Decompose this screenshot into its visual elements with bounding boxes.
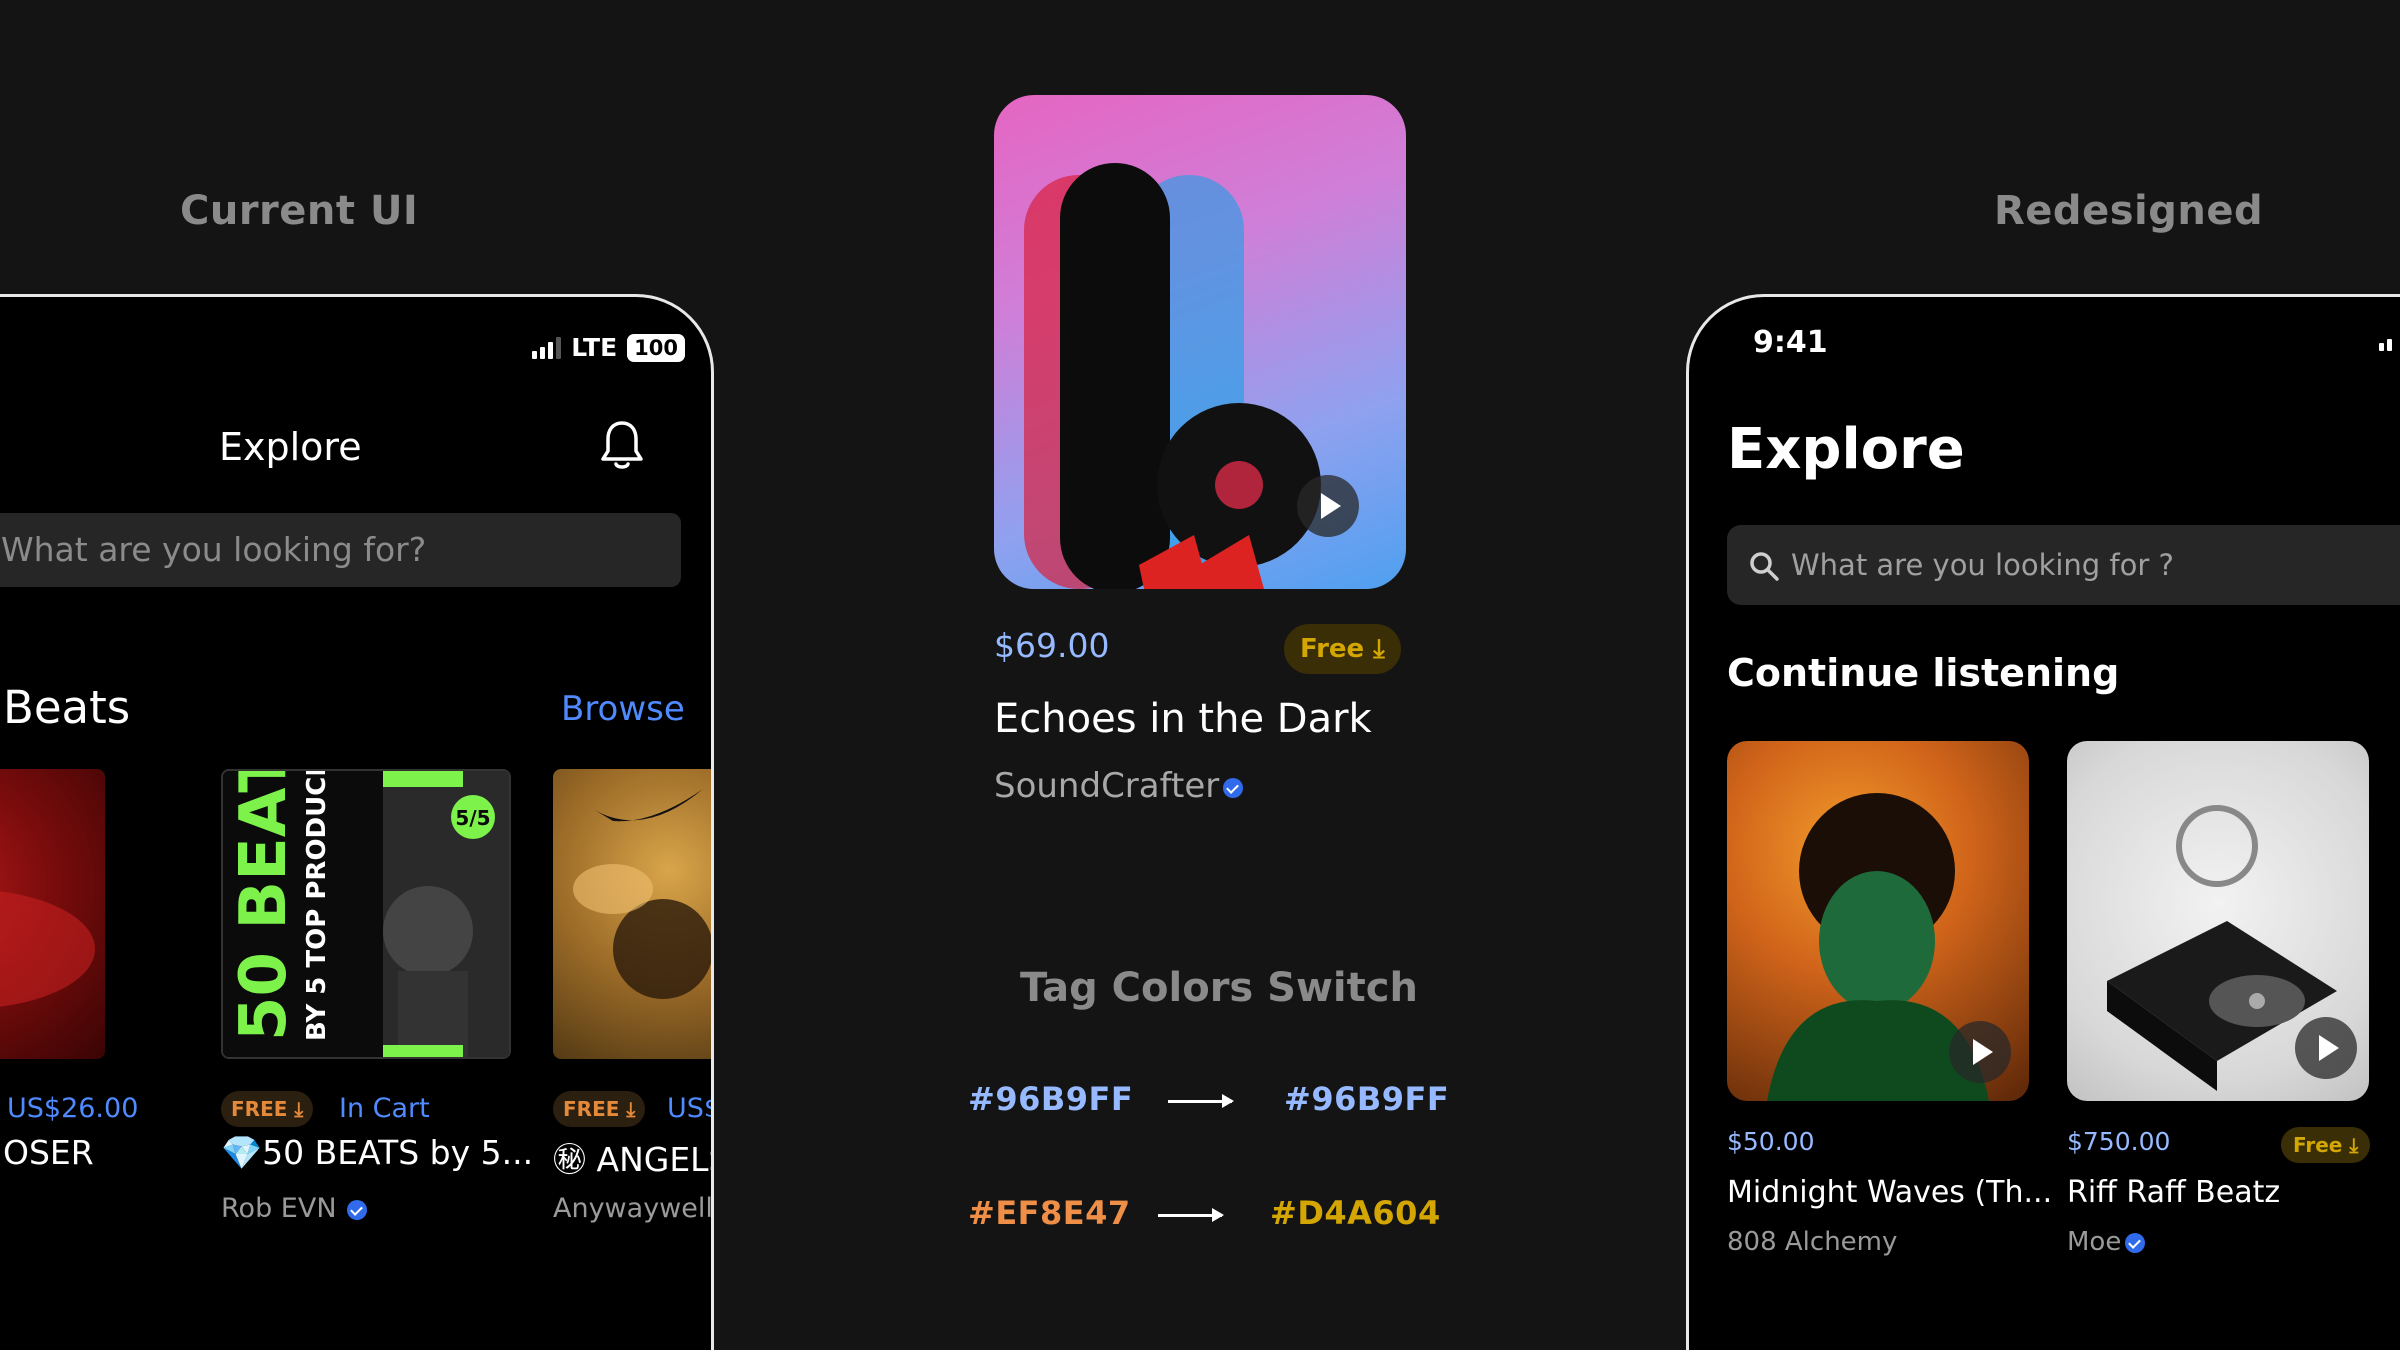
free-tag: FREE ⤓ <box>221 1091 314 1127</box>
beat-cover-image[interactable] <box>553 769 711 1059</box>
cover-big-text: 50 BEATS <box>227 771 301 1041</box>
download-icon: ⤓ <box>2349 1133 2359 1157</box>
section-title-beats: Beats <box>3 681 131 734</box>
free-tag-label: FREE <box>563 1097 620 1121</box>
page-title: Explore <box>1727 417 1965 482</box>
free-tag[interactable]: Free ⤓ <box>1284 624 1401 674</box>
free-tag-label: FREE <box>231 1097 288 1121</box>
track-title: Riff Raff Beatz <box>2067 1175 2281 1210</box>
free-tag: FREE ⤓ <box>553 1091 646 1127</box>
signal-icon <box>2379 339 2392 351</box>
track-price: $750.00 <box>2067 1127 2171 1156</box>
color-from: #EF8E47 <box>968 1194 1131 1232</box>
featured-artist: SoundCrafter <box>994 766 1244 806</box>
free-tag-label: Free <box>2293 1133 2343 1157</box>
beat-cover-image[interactable] <box>0 769 105 1059</box>
cover-small-text: BY 5 TOP PRODUCERS <box>302 771 332 1041</box>
artist-name: SoundCrafter <box>994 766 1220 806</box>
artist-name: Rob EVN <box>221 1193 337 1224</box>
current-ui-phone: LTE 100 Explore What are you looking for… <box>0 294 714 1350</box>
beat-cover-image[interactable]: 5/5 50 BEATS BY 5 TOP PRODUCERS <box>221 769 511 1059</box>
notification-bell-icon[interactable] <box>598 419 646 471</box>
search-input[interactable]: What are you looking for ? <box>1727 525 2400 605</box>
cover-art-angels <box>573 789 711 999</box>
free-tag-label: Free <box>1300 634 1365 664</box>
cover-art-abstract <box>0 891 95 1007</box>
card-artist: Rob EVN <box>221 1193 367 1224</box>
card-title: ㊙ ANGELS <box>553 1140 714 1179</box>
play-button[interactable] <box>1297 475 1359 537</box>
color-to: #96B9FF <box>1284 1080 1450 1118</box>
status-bar: LTE 100 <box>532 333 685 362</box>
verified-icon <box>346 1199 367 1220</box>
card-title: OSER <box>3 1133 94 1172</box>
cover-art-50-beats: 5/5 50 BEATS BY 5 TOP PRODUCERS <box>223 771 509 1057</box>
current-ui-label: Current UI <box>180 188 419 234</box>
arrow-right-icon <box>1168 1094 1234 1108</box>
battery-icon: 100 <box>627 333 685 362</box>
featured-title: Echoes in the Dark <box>994 696 1372 742</box>
tag-colors-switch-title: Tag Colors Switch <box>1020 965 1418 1011</box>
verified-icon <box>1223 777 1244 798</box>
in-cart-label[interactable]: In Cart <box>339 1093 430 1124</box>
play-button[interactable] <box>1949 1021 2011 1083</box>
redesigned-label: Redesigned <box>1994 188 2264 234</box>
featured-price: $69.00 <box>994 626 1110 665</box>
track-cover-image[interactable] <box>1727 741 2029 1101</box>
cover-badge: 5/5 <box>455 806 490 830</box>
browse-link[interactable]: Browse <box>561 689 685 729</box>
track-artist: 808 Alchemy <box>1727 1227 1898 1257</box>
redesigned-phone: 9:41 Explore What are you looking for ? … <box>1686 294 2400 1350</box>
section-title-continue-listening: Continue listening <box>1727 651 2120 695</box>
signal-icon <box>532 336 562 359</box>
track-cover-image[interactable] <box>2067 741 2369 1101</box>
card-price: US$ <box>667 1093 711 1124</box>
page-title: Explore <box>219 425 362 469</box>
verified-icon <box>2125 1232 2146 1253</box>
download-icon: ⤓ <box>1373 634 1385 664</box>
color-from: #96B9FF <box>968 1080 1134 1118</box>
card-artist: Anywaywell <box>553 1193 713 1224</box>
download-icon: ⤓ <box>626 1097 636 1121</box>
play-button[interactable] <box>2295 1017 2357 1079</box>
track-artist: Moe <box>2067 1227 2146 1257</box>
arrow-right-icon <box>1158 1208 1224 1222</box>
card-title: 💎50 BEATS by 5... <box>221 1133 534 1172</box>
status-time: 9:41 <box>1753 325 1828 360</box>
search-placeholder: What are you looking for ? <box>1791 548 2174 582</box>
artist-name: Moe <box>2067 1227 2122 1257</box>
download-icon: ⤓ <box>294 1097 304 1121</box>
card-price: US$26.00 <box>7 1093 139 1124</box>
network-label: LTE <box>571 333 618 362</box>
color-to: #D4A604 <box>1270 1194 1441 1232</box>
free-tag[interactable]: Free ⤓ <box>2281 1127 2371 1163</box>
search-input[interactable]: What are you looking for? <box>0 513 681 587</box>
featured-beat-cover[interactable] <box>994 95 1406 589</box>
track-price: $50.00 <box>1727 1127 1815 1156</box>
search-icon <box>1750 552 1779 581</box>
track-title: Midnight Waves (Th... <box>1727 1175 2053 1210</box>
